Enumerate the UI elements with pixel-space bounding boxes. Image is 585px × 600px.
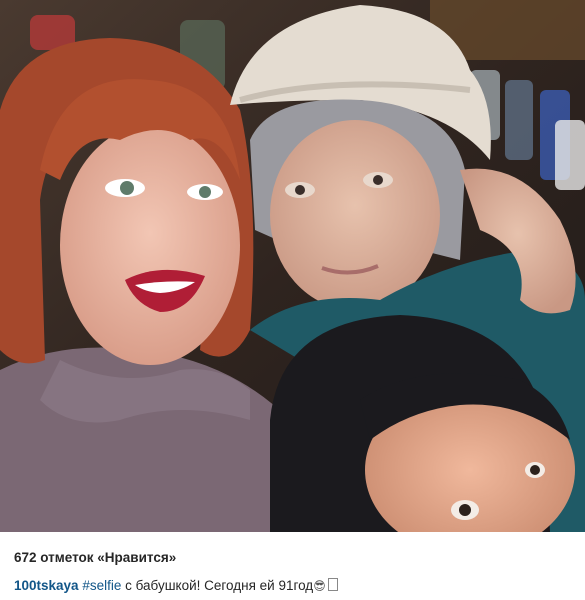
post-meta: 672 отметок «Нравится» 100tskaya #selfie… — [14, 549, 574, 595]
post-photo[interactable] — [0, 0, 585, 532]
unsupported-glyph-icon — [327, 578, 338, 591]
post-caption: 100tskaya #selfie с бабушкой! Сегодня ей… — [14, 577, 574, 595]
cool-face-emoji-icon: 😎 — [313, 579, 326, 593]
instagram-post: 672 отметок «Нравится» 100tskaya #selfie… — [0, 0, 585, 600]
caption-text: с бабушкой! Сегодня ей 91год — [121, 578, 314, 593]
caption-hashtag[interactable]: #selfie — [82, 578, 121, 593]
likes-count[interactable]: 672 отметок «Нравится» — [14, 549, 574, 567]
caption-username[interactable]: 100tskaya — [14, 578, 79, 593]
